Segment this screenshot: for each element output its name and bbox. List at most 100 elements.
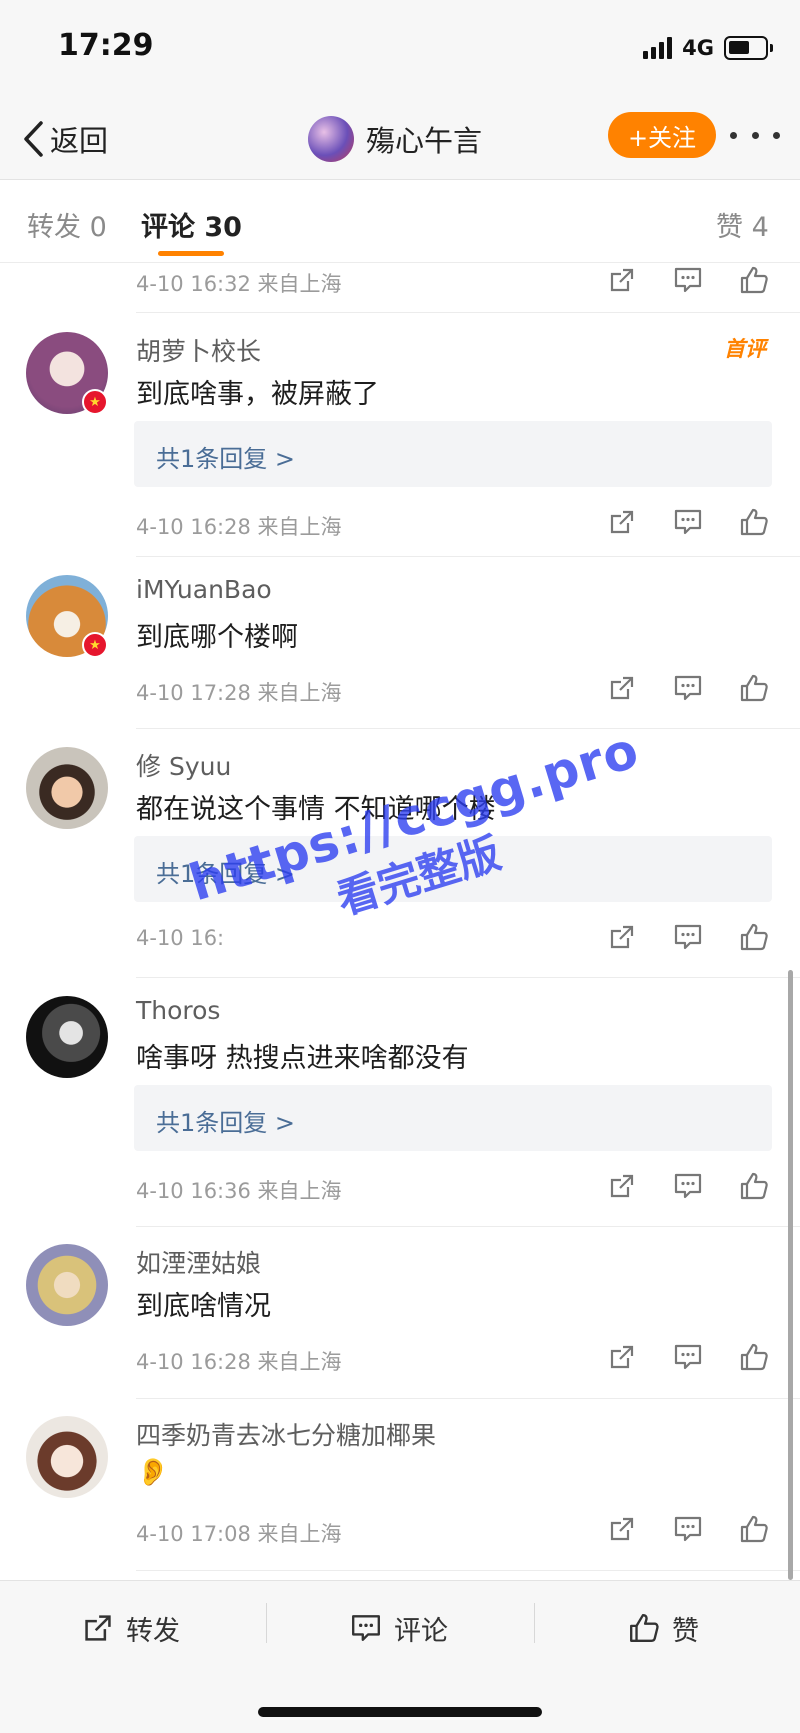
tab-bar: 转发 0 评论 30 赞 4 — [0, 181, 800, 263]
divider — [136, 312, 800, 313]
divider — [136, 728, 800, 729]
divider — [136, 1570, 800, 1571]
tab-comments[interactable]: 评论 30 — [141, 205, 242, 244]
divider — [136, 1226, 800, 1227]
back-label: 返回 — [50, 124, 109, 158]
comment-text: 到底哪个楼啊 — [136, 622, 298, 653]
avatar[interactable] — [26, 996, 108, 1078]
reply-summary[interactable]: 共1条回复 > — [134, 421, 772, 487]
like-icon[interactable] — [736, 671, 772, 705]
more-options-icon[interactable] — [730, 120, 780, 150]
comment-actions — [604, 505, 772, 539]
comment-icon[interactable] — [670, 1169, 706, 1203]
status-bar: 17:29 4G — [0, 0, 800, 100]
first-comment-badge: 首评 — [724, 337, 766, 361]
author-name: 殤心午言 — [366, 124, 483, 158]
comment-username[interactable]: 修 Syuu — [136, 747, 231, 783]
comment-meta: 4-10 16:28 来自上海 — [136, 1350, 342, 1374]
comment-icon[interactable] — [670, 263, 706, 297]
share-icon[interactable] — [604, 1340, 640, 1374]
home-indicator — [258, 1707, 542, 1717]
tab-likes[interactable]: 赞 4 — [716, 205, 769, 244]
like-icon[interactable] — [736, 1340, 772, 1374]
author-header[interactable]: 殤心午言 — [308, 112, 482, 166]
share-icon[interactable] — [604, 1169, 640, 1203]
reply-link: 共1条回复 > — [156, 445, 296, 473]
comment-actions — [604, 263, 772, 297]
chevron-left-icon — [24, 121, 43, 157]
share-icon[interactable] — [604, 671, 640, 705]
like-icon — [630, 1614, 659, 1642]
active-tab-indicator — [158, 251, 224, 256]
comment-icon[interactable] — [670, 1340, 706, 1374]
comment-icon[interactable] — [670, 505, 706, 539]
toolbar-separator — [534, 1603, 535, 1643]
comment-button[interactable]: 评论 — [350, 1605, 448, 1651]
like-label: 赞 — [672, 1615, 699, 1647]
repost-label: 转发 — [126, 1615, 180, 1647]
comment-icon[interactable] — [670, 1512, 706, 1546]
divider — [136, 977, 800, 978]
avatar[interactable] — [26, 1244, 108, 1326]
comment-text: 到底啥情况 — [136, 1291, 271, 1322]
comment-actions — [604, 1340, 772, 1374]
status-time: 17:29 — [58, 28, 154, 63]
comment-text: 👂 — [136, 1457, 170, 1488]
comment-username[interactable]: iMYuanBao — [136, 575, 272, 604]
verified-badge-icon: ★ — [82, 632, 108, 658]
comment-meta: 4-10 17:28 来自上海 — [136, 681, 342, 705]
comment-icon[interactable] — [670, 671, 706, 705]
like-icon[interactable] — [736, 920, 772, 954]
comment-label: 评论 — [394, 1615, 448, 1647]
verified-badge-icon: ★ — [82, 389, 108, 415]
like-button[interactable]: 赞 — [628, 1605, 699, 1651]
reply-summary[interactable]: 共1条回复 > — [134, 836, 772, 902]
avatar[interactable] — [26, 747, 108, 829]
network-type: 4G — [682, 36, 714, 60]
share-icon[interactable] — [604, 920, 640, 954]
tab-reposts[interactable]: 转发 0 — [27, 205, 107, 244]
scrollbar[interactable] — [788, 970, 793, 1580]
divider — [136, 1398, 800, 1399]
nav-bar: 返回 殤心午言 +关注 — [0, 100, 800, 180]
author-avatar[interactable] — [308, 116, 354, 162]
like-icon[interactable] — [736, 263, 772, 297]
like-icon[interactable] — [736, 505, 772, 539]
comment-text: 啥事呀 热搜点进来啥都没有 — [136, 1043, 469, 1074]
comment-text: 都在说这个事情 不知道哪个楼 — [136, 794, 496, 825]
toolbar-separator — [266, 1603, 267, 1643]
comment-meta: 4-10 16:36 来自上海 — [136, 1179, 342, 1203]
comment-meta: 4-10 16:32 来自上海 — [136, 272, 342, 296]
share-icon[interactable] — [604, 505, 640, 539]
share-icon[interactable] — [604, 1512, 640, 1546]
comment-username[interactable]: 四季奶青去冰七分糖加椰果 — [136, 1416, 436, 1452]
comment-actions — [604, 920, 772, 954]
comment-username[interactable]: Thoros — [136, 996, 220, 1025]
comment-actions — [604, 671, 772, 705]
like-icon[interactable] — [736, 1512, 772, 1546]
comment-username[interactable]: 胡萝卜校长 — [136, 332, 261, 368]
comment-icon — [352, 1615, 380, 1641]
comment-actions — [604, 1512, 772, 1546]
comment-icon[interactable] — [670, 920, 706, 954]
avatar[interactable] — [26, 1416, 108, 1498]
repost-button[interactable]: 转发 — [82, 1605, 180, 1651]
status-indicators: 4G — [643, 34, 773, 62]
signal-icon — [643, 37, 673, 59]
comment-meta: 4-10 16: — [136, 926, 225, 950]
like-icon[interactable] — [736, 1169, 772, 1203]
follow-button[interactable]: +关注 — [608, 112, 716, 158]
battery-icon — [724, 36, 773, 60]
reply-link: 共1条回复 > — [156, 860, 296, 888]
bottom-toolbar: 转发 评论 赞 — [0, 1580, 800, 1733]
comment-text: 到底啥事，被屏蔽了 — [136, 379, 379, 410]
reply-summary[interactable]: 共1条回复 > — [134, 1085, 772, 1151]
share-icon[interactable] — [604, 263, 640, 297]
comment-username[interactable]: 如湮湮姑娘 — [136, 1244, 261, 1280]
comment-actions — [604, 1169, 772, 1203]
share-icon — [85, 1615, 111, 1641]
back-button[interactable]: 返回 — [22, 114, 108, 164]
reply-link: 共1条回复 > — [156, 1109, 296, 1137]
comment-meta: 4-10 16:28 来自上海 — [136, 515, 342, 539]
divider — [136, 556, 800, 557]
